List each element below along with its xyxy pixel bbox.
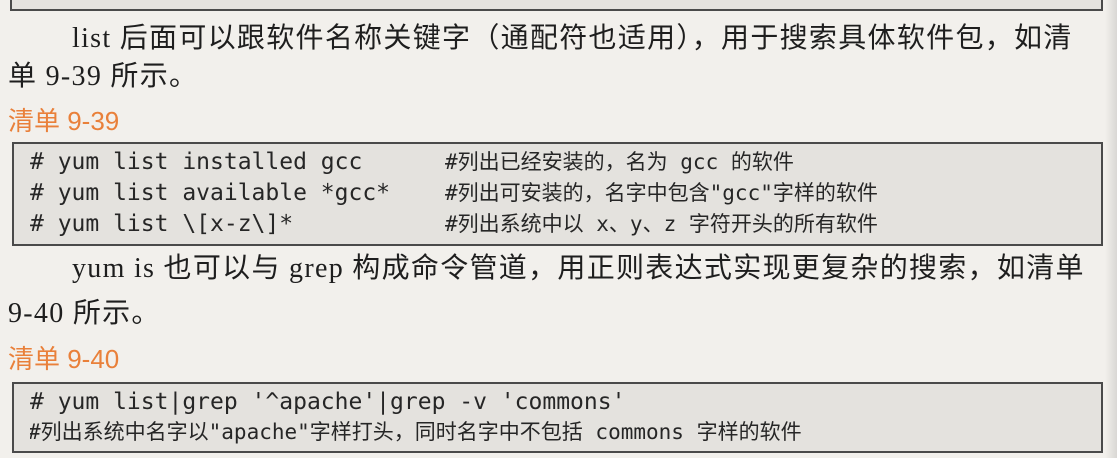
code-comment: #列出已经安装的，名为 gcc 的软件 <box>445 150 794 174</box>
paragraph-line: 9-40 所示。 <box>8 298 161 329</box>
paragraph-line: 单 9-39 所示。 <box>8 61 199 92</box>
code-line: # yum list|grep '^apache'|grep -v 'commo… <box>30 387 1093 417</box>
paragraph-line: list 后面可以跟软件名称关键字（通配符也适用），用于搜索具体软件包，如清 <box>72 23 1073 54</box>
listing-title: 清单 9-39 <box>8 106 120 136</box>
paragraph-line: yum is 也可以与 grep 构成命令管道，用正则表达式实现更复杂的搜索，如… <box>72 253 1085 284</box>
listing-title: 清单 9-40 <box>8 344 120 374</box>
shell-command: # yum list|grep '^apache'|grep -v 'commo… <box>30 389 626 415</box>
shell-command: # yum list available *gcc* <box>30 180 391 206</box>
code-line: # yum list installed gcc #列出已经安装的，名为 gcc … <box>30 147 1093 178</box>
previous-listing-box-edge <box>10 0 1103 11</box>
code-comment: #列出系统中以 x、y、z 字符开头的所有软件 <box>445 212 878 236</box>
page-edge-shadow <box>1105 0 1117 458</box>
shell-command: # yum list installed gcc <box>30 149 363 175</box>
code-line: # yum list available *gcc* #列出可安装的，名字中包含"… <box>30 178 1093 209</box>
code-line: # yum list \[x-z\]* #列出系统中以 x、y、z 字符开头的所有… <box>30 209 1093 240</box>
code-listing-9-39: # yum list installed gcc #列出已经安装的，名为 gcc … <box>12 142 1103 246</box>
code-comment: #列出可安装的，名字中包含"gcc"字样的软件 <box>445 181 878 205</box>
code-comment: #列出系统中名字以"apache"字样打头，同时名字中不包括 commons 字… <box>30 420 802 444</box>
code-listing-9-40: # yum list|grep '^apache'|grep -v 'commo… <box>12 382 1103 453</box>
shell-command: # yum list \[x-z\]* <box>30 211 294 237</box>
code-line: #列出系统中名字以"apache"字样打头，同时名字中不包括 commons 字… <box>30 417 1093 447</box>
